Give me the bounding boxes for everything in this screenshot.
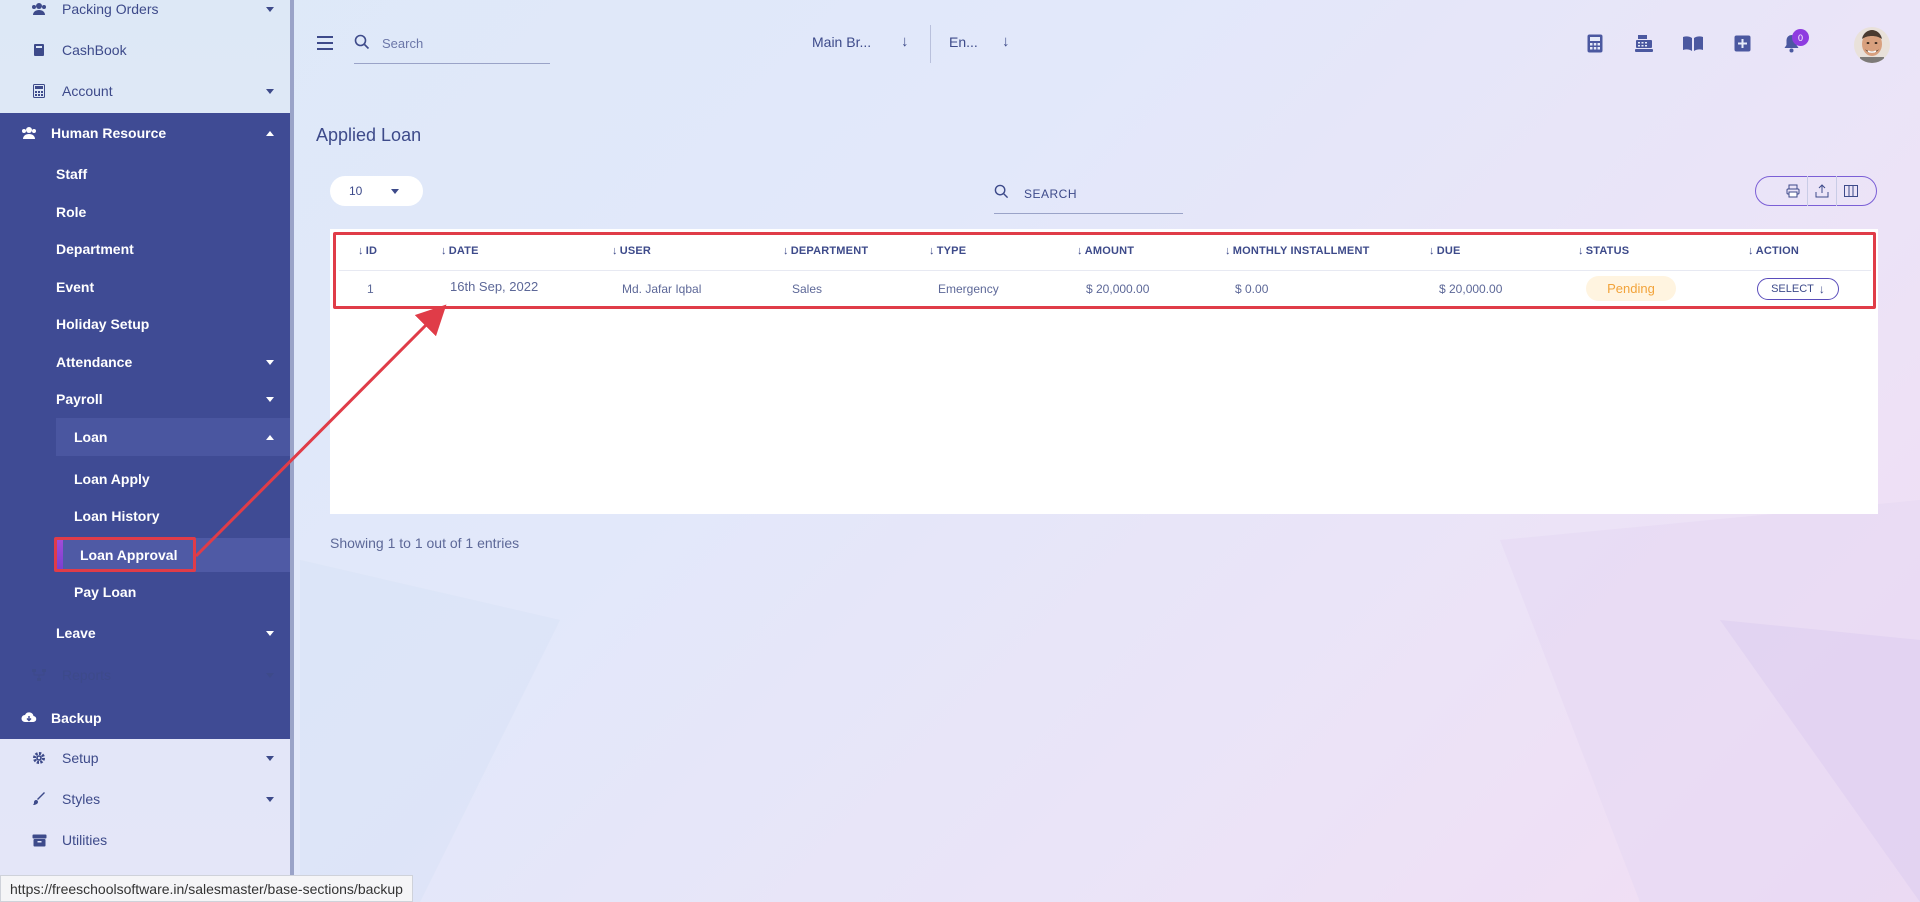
sidebar-item-label: Staff [56,166,88,182]
sidebar-item-holiday-setup[interactable]: Holiday Setup [0,304,290,344]
browser-status-url: https://freeschoolsoftware.in/salesmaste… [0,875,413,902]
sidebar-item-loan[interactable]: Loan [0,417,290,457]
sidebar-item-packing-orders[interactable]: Packing Orders [0,0,290,29]
search-label: SEARCH [1024,187,1078,201]
sidebar-item-label: Pay Loan [74,584,137,600]
sidebar-item-department[interactable]: Department [0,229,290,269]
sidebar-item-pay-loan[interactable]: Pay Loan [0,572,290,612]
divider [930,25,931,63]
chevron-down-icon [266,672,274,678]
sidebar-item-label: CashBook [62,42,127,58]
branch-selector[interactable]: Main Br... [812,34,871,50]
sidebar-item-staff[interactable]: Staff [0,154,290,194]
entries-info: Showing 1 to 1 out of 1 entries [330,535,520,551]
sidebar: Packing Orders CashBook Account Human Re… [0,0,294,902]
search-input[interactable] [382,32,542,54]
sidebar-item-leave[interactable]: Leave [0,613,290,653]
page-title: Applied Loan [316,125,422,145]
sidebar-item-label: Backup [51,709,102,726]
plus-square-icon[interactable] [1731,32,1753,54]
columns-icon[interactable] [1836,176,1865,206]
print-icon[interactable] [1778,176,1807,206]
chevron-down-icon [266,396,274,402]
sidebar-item-reports[interactable]: Reports [0,655,290,695]
sidebar-item-styles[interactable]: Styles [0,779,290,819]
gear-icon [30,749,48,767]
users-icon [20,124,38,142]
sitemap-icon [30,666,48,684]
search-icon [354,34,370,55]
sidebar-item-label: Human Resource [51,125,167,141]
menu-toggle-icon[interactable] [317,36,333,54]
sidebar-item-label: Role [56,204,87,220]
sidebar-item-payroll[interactable]: Payroll [0,379,290,419]
sidebar-item-label: Loan Apply [74,471,150,487]
sidebar-item-loan-apply[interactable]: Loan Apply [0,459,290,499]
sidebar-item-label: Holiday Setup [56,316,150,332]
language-selector[interactable]: En... [949,34,978,50]
sidebar-item-backup[interactable]: Backup [0,696,290,739]
sidebar-item-label: Packing Orders [62,1,159,17]
chevron-up-icon [266,130,274,136]
highlight-annotation-box [333,232,1876,309]
sidebar-item-label: Attendance [56,354,133,370]
table-tools [1755,176,1877,206]
sidebar-item-event[interactable]: Event [0,267,290,307]
highlight-annotation-box [54,537,196,572]
chevron-down-icon [266,359,274,365]
sidebar-item-loan-history[interactable]: Loan History [0,496,290,536]
book-icon [30,41,48,59]
sidebar-item-label: Payroll [56,391,103,407]
sidebar-item-label: Leave [56,625,96,641]
sidebar-item-human-resource[interactable]: Human Resource [0,113,290,153]
topbar: Main Br... ↓ En... ↓ 0 [298,0,1920,86]
arrow-down-icon[interactable]: ↓ [1002,33,1010,50]
archive-icon [30,831,48,849]
sidebar-item-label: Utilities [62,832,108,848]
cash-register-icon[interactable] [1633,32,1655,54]
chevron-down-icon [266,755,274,761]
sidebar-item-account[interactable]: Account [0,71,290,111]
chevron-up-icon [266,434,274,440]
page-size-select[interactable]: 10 [330,176,423,206]
chevron-down-icon [266,6,274,12]
sidebar-item-label: Loan [74,429,108,445]
chevron-down-icon [266,796,274,802]
arrow-down-icon[interactable]: ↓ [901,33,909,50]
avatar[interactable] [1854,27,1890,63]
book-open-icon[interactable] [1682,32,1704,54]
chevron-down-icon [391,189,399,194]
sidebar-item-cashbook[interactable]: CashBook [0,30,290,70]
page-size-value: 10 [349,184,363,198]
sidebar-item-label: Loan History [74,508,160,524]
sidebar-item-label: Account [62,83,113,99]
table-search[interactable]: SEARCH [994,182,1183,214]
users-icon [30,0,48,18]
cloud-download-icon [20,709,38,727]
sidebar-item-label: Event [56,279,95,295]
chevron-down-icon [266,88,274,94]
chevron-down-icon [266,630,274,636]
sidebar-item-attendance[interactable]: Attendance [0,342,290,382]
search-icon [994,184,1009,204]
sidebar-item-label: Styles [62,791,101,807]
sidebar-item-label: Department [56,241,134,257]
notification-badge: 0 [1792,29,1809,46]
calculator-icon [30,82,48,100]
calculator-icon[interactable] [1584,32,1606,54]
export-icon[interactable] [1807,176,1836,206]
global-search [354,30,550,64]
sidebar-item-utilities[interactable]: Utilities [0,820,290,860]
brush-icon [30,790,48,808]
sidebar-item-setup[interactable]: Setup [0,738,290,778]
sidebar-item-label: Reports [62,667,112,683]
sidebar-item-role[interactable]: Role [0,192,290,232]
sidebar-item-label: Setup [62,750,99,766]
